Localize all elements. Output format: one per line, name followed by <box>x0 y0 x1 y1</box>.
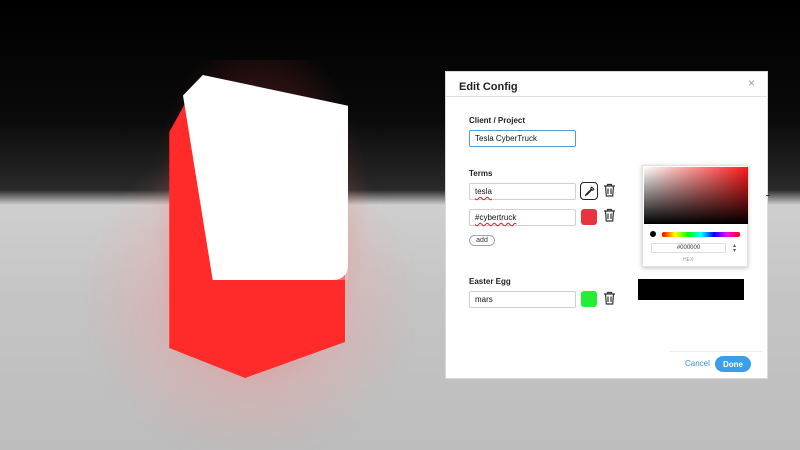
eyedropper-icon <box>584 186 594 196</box>
dialog-header: Edit Config × <box>446 72 767 97</box>
term-color-swatch-2[interactable] <box>581 209 597 225</box>
easter-egg-color-swatch[interactable] <box>581 291 597 307</box>
picker-color-preview <box>638 279 744 300</box>
term-input-2[interactable]: #cybertruck <box>469 209 576 226</box>
term-value-2: #cybertruck <box>475 213 517 222</box>
client-project-input[interactable]: Tesla CyberTruck <box>469 130 576 147</box>
hue-slider[interactable] <box>662 232 740 237</box>
cancel-button[interactable]: Cancel <box>685 359 710 368</box>
client-project-label: Client / Project <box>469 116 526 125</box>
hex-mode-label: HEX <box>683 257 694 263</box>
eyedropper-button[interactable] <box>580 182 598 200</box>
color-picker-popover: #000000 ▴ ▾ HEX <box>642 165 748 267</box>
easter-egg-value: mars <box>475 295 493 304</box>
close-icon[interactable]: × <box>748 76 755 90</box>
done-button[interactable]: Done <box>715 356 751 372</box>
client-project-value: Tesla CyberTruck <box>475 134 537 143</box>
scroll-tick <box>766 195 770 196</box>
trash-icon[interactable] <box>603 208 616 222</box>
saturation-value-area[interactable] <box>644 167 748 224</box>
hex-input[interactable]: #000000 <box>651 243 726 253</box>
easter-egg-label: Easter Egg <box>469 277 511 286</box>
trash-icon[interactable] <box>603 291 616 305</box>
add-term-button[interactable]: add <box>469 235 495 246</box>
trash-icon[interactable] <box>603 183 616 197</box>
term-input-1[interactable]: tesla <box>469 183 576 200</box>
color-preview-dot <box>650 231 656 237</box>
easter-egg-input[interactable]: mars <box>469 291 576 308</box>
dialog-title: Edit Config <box>459 81 518 93</box>
term-value-1: tesla <box>475 187 492 196</box>
chevron-updown-icon[interactable]: ▴ ▾ <box>733 243 736 254</box>
terms-label: Terms <box>469 169 493 178</box>
footer-divider <box>669 351 762 352</box>
